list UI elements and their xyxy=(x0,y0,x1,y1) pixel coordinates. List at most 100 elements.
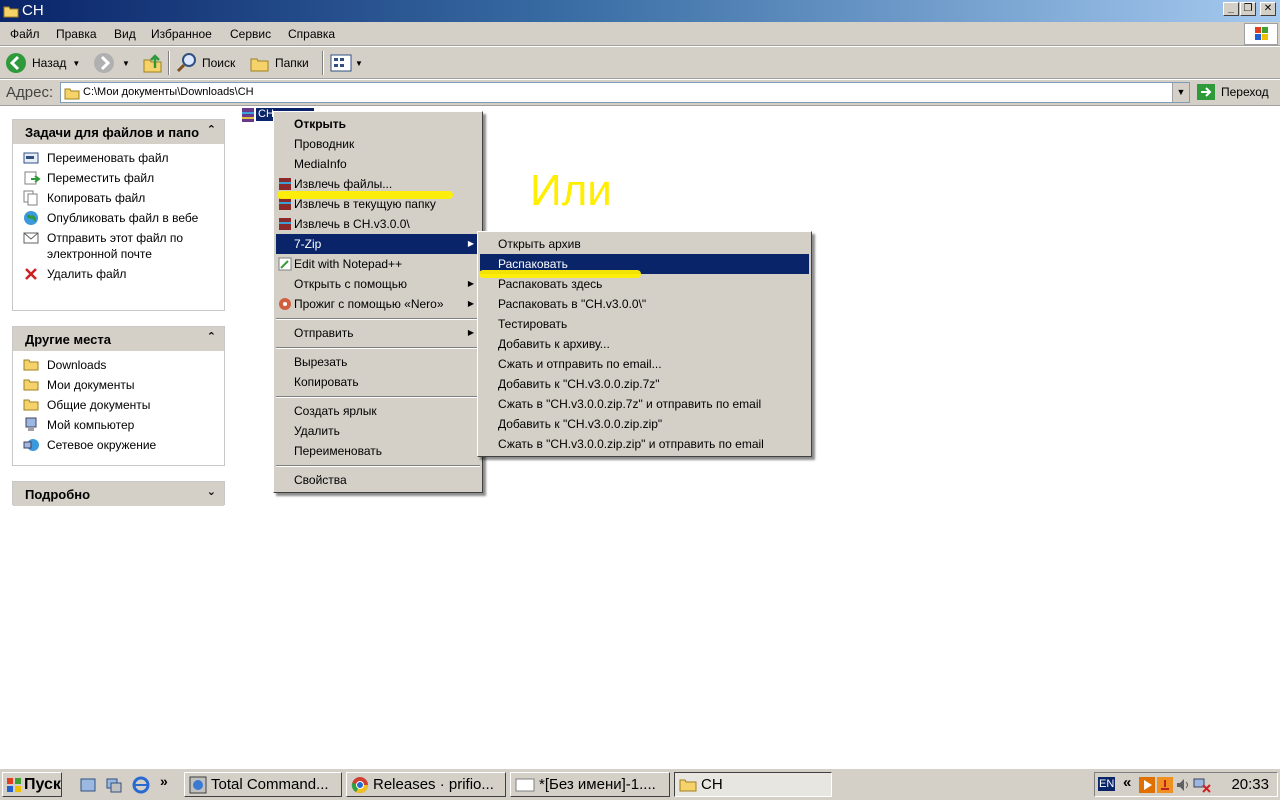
7zip-add-to-7z[interactable]: Добавить к "CH.v3.0.0.zip.7z" xyxy=(480,374,809,394)
menu-rename[interactable]: Переименовать xyxy=(276,441,480,461)
menu-explorer[interactable]: Проводник xyxy=(276,134,480,154)
chevron-more-icon[interactable]: » xyxy=(160,773,168,789)
collapse-icon[interactable]: ⌃ xyxy=(207,330,216,343)
go-label: Переход xyxy=(1221,85,1269,99)
network-status-icon[interactable] xyxy=(1193,777,1211,793)
maximize-button[interactable]: ❐ xyxy=(1240,2,1256,16)
menu-file[interactable]: Файл xyxy=(10,27,40,41)
winrar-icon xyxy=(279,198,291,210)
file-tasks-title: Задачи для файлов и папок xyxy=(25,125,200,140)
rename-icon xyxy=(23,152,39,164)
place-network[interactable]: Сетевое окружение xyxy=(23,437,224,453)
task-publish-web[interactable]: Опубликовать файл в вебе xyxy=(23,210,224,226)
annotation-text: Или xyxy=(530,166,612,215)
menu-edit-notepadpp[interactable]: Edit with Notepad++ xyxy=(276,254,480,274)
place-shared-documents[interactable]: Общие документы xyxy=(23,397,224,413)
back-button[interactable]: Назад ▼ xyxy=(4,51,80,75)
menu-label: Edit with Notepad++ xyxy=(294,257,403,271)
address-input[interactable]: C:\Мои документы\Downloads\CH ▼ xyxy=(60,82,1190,103)
network-icon xyxy=(23,439,39,451)
task-explorer-ch[interactable]: CH xyxy=(674,772,832,797)
up-folder-button[interactable] xyxy=(142,51,164,75)
details-header[interactable]: Подробно ⌄ xyxy=(13,482,224,506)
chevron-down-icon[interactable]: ▼ xyxy=(355,59,363,68)
menu-open[interactable]: Открыть xyxy=(276,114,480,134)
task-rename-file[interactable]: Переименовать файл xyxy=(23,150,224,166)
forward-button[interactable]: ▼ xyxy=(92,51,130,75)
menu-create-shortcut[interactable]: Создать ярлык xyxy=(276,401,480,421)
7zip-compress-7z-email[interactable]: Сжать в "CH.v3.0.0.zip.7z" и отправить п… xyxy=(480,394,809,414)
tray-expand-icon[interactable]: « xyxy=(1123,774,1131,791)
menu-open-with[interactable]: Открыть с помощью ▶ xyxy=(276,274,480,294)
internet-explorer-icon[interactable] xyxy=(132,776,150,794)
file-tasks-header[interactable]: Задачи для файлов и папок ⌃ xyxy=(13,120,224,144)
menu-cut[interactable]: Вырезать xyxy=(276,352,480,372)
chevron-down-icon[interactable]: ▼ xyxy=(72,59,80,68)
place-downloads[interactable]: Downloads xyxy=(23,357,224,373)
7zip-extract-to-folder[interactable]: Распаковать в "CH.v3.0.0\" xyxy=(480,294,809,314)
rar-archive-icon[interactable] xyxy=(241,107,255,123)
menu-tools[interactable]: Сервис xyxy=(230,27,271,41)
menu-copy[interactable]: Копировать xyxy=(276,372,480,392)
place-my-documents[interactable]: Мои документы xyxy=(23,377,224,393)
menu-mediainfo[interactable]: MediaInfo xyxy=(276,154,480,174)
place-label: Сетевое окружение xyxy=(47,438,157,452)
other-places-header[interactable]: Другие места ⌃ xyxy=(13,327,224,351)
document-icon xyxy=(515,778,535,791)
task-move-file[interactable]: Переместить файл xyxy=(23,170,224,186)
task-copy-file[interactable]: Копировать файл xyxy=(23,190,224,206)
search-button[interactable]: Поиск xyxy=(176,51,235,75)
folder-icon xyxy=(23,399,39,411)
close-button[interactable]: ✕ xyxy=(1260,2,1276,16)
task-delete-file[interactable]: Удалить файл xyxy=(23,266,224,282)
folders-button[interactable]: Папки xyxy=(249,51,309,75)
start-label: Пуск xyxy=(24,775,61,793)
folders-label: Папки xyxy=(275,56,309,70)
task-untitled-editor[interactable]: *[Без имени]-1.... xyxy=(510,772,670,797)
menu-delete[interactable]: Удалить xyxy=(276,421,480,441)
expand-icon[interactable]: ⌄ xyxy=(207,485,216,498)
7zip-compress-zip-email[interactable]: Сжать в "CH.v3.0.0.zip.zip" и отправить … xyxy=(480,434,809,454)
start-button[interactable]: Пуск xyxy=(2,772,62,797)
volume-icon[interactable] xyxy=(1175,777,1191,793)
back-label: Назад xyxy=(32,56,67,70)
media-player-icon[interactable] xyxy=(1139,777,1155,793)
collapse-icon[interactable]: ⌃ xyxy=(207,123,216,136)
language-indicator[interactable]: EN xyxy=(1098,777,1116,791)
menu-send-to[interactable]: Отправить ▶ xyxy=(276,323,480,343)
go-button[interactable]: Переход xyxy=(1196,83,1269,101)
minimize-button[interactable]: _ xyxy=(1223,2,1239,16)
java-icon[interactable] xyxy=(1157,777,1173,793)
task-total-commander[interactable]: Total Command... xyxy=(184,772,342,797)
nero-disc-icon xyxy=(279,298,291,310)
views-button[interactable]: ▼ xyxy=(330,51,363,75)
highlight-underline xyxy=(479,270,641,278)
7zip-compress-email[interactable]: Сжать и отправить по email... xyxy=(480,354,809,374)
menu-view[interactable]: Вид xyxy=(114,27,136,41)
menu-burn-nero[interactable]: Прожиг с помощью «Nero» ▶ xyxy=(276,294,480,314)
menu-7zip[interactable]: 7-Zip ▶ xyxy=(276,234,480,254)
chevron-down-icon[interactable]: ▼ xyxy=(122,59,130,68)
email-icon xyxy=(23,232,39,244)
quicklaunch-icon[interactable] xyxy=(106,777,122,793)
menu-help[interactable]: Справка xyxy=(288,27,335,41)
address-dropdown-button[interactable]: ▼ xyxy=(1172,83,1189,102)
highlight-underline xyxy=(277,191,453,199)
menu-extract-to-folder[interactable]: Извлечь в CH.v3.0.0\ xyxy=(276,214,480,234)
quicklaunch-icon[interactable] xyxy=(80,777,96,793)
7zip-add-to-archive[interactable]: Добавить к архиву... xyxy=(480,334,809,354)
folder-icon xyxy=(679,779,697,791)
menu-separator xyxy=(276,347,480,349)
task-email-file[interactable]: Отправить этот файл по электронной почте xyxy=(23,230,224,262)
file-tasks-panel: Задачи для файлов и папок ⌃ Переименоват… xyxy=(12,119,225,311)
menu-favorites[interactable]: Избранное xyxy=(151,27,212,41)
7zip-add-to-zip[interactable]: Добавить к "CH.v3.0.0.zip.zip" xyxy=(480,414,809,434)
7zip-test[interactable]: Тестировать xyxy=(480,314,809,334)
menu-properties[interactable]: Свойства xyxy=(276,470,480,490)
7zip-open-archive[interactable]: Открыть архив xyxy=(480,234,809,254)
place-my-computer[interactable]: Мой компьютер xyxy=(23,417,224,433)
task-browser[interactable]: Releases · prifio... xyxy=(346,772,506,797)
task-label: CH xyxy=(701,776,723,793)
menu-edit[interactable]: Правка xyxy=(56,27,97,41)
task-label: Отправить этот файл по электронной почте xyxy=(47,231,184,261)
